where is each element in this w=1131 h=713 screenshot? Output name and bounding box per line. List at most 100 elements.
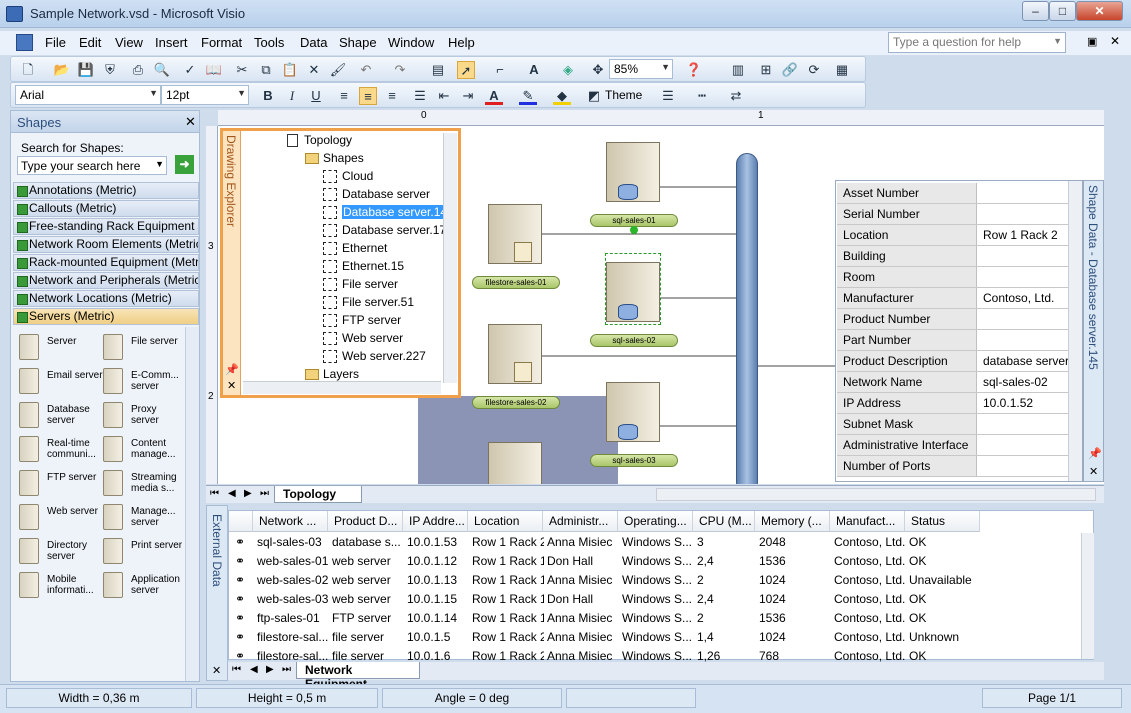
stencil-directory-server[interactable]: Directory server xyxy=(19,536,101,568)
rotation-handle[interactable] xyxy=(630,226,638,234)
format-painter-icon[interactable]: 🖌 xyxy=(329,61,347,79)
pointer-tool-icon[interactable]: ➚ xyxy=(457,61,475,79)
category-network-peripherals[interactable]: Network and Peripherals (Metric) xyxy=(13,272,199,289)
shapes-icon[interactable]: ▤ xyxy=(429,61,447,79)
last-page-icon[interactable]: ⏭ xyxy=(260,488,269,499)
bullets-icon[interactable]: ☰ xyxy=(411,87,429,105)
category-network-room[interactable]: Network Room Elements (Metric) xyxy=(13,236,199,253)
new-icon[interactable]: 🗋 xyxy=(19,61,37,79)
stencil-mobile-server[interactable]: Mobile informati... xyxy=(19,570,101,602)
increase-indent-icon[interactable]: ⇥ xyxy=(459,87,477,105)
stencil-file-server[interactable]: File server xyxy=(103,332,185,364)
shape-data-scrollbar[interactable] xyxy=(1068,181,1082,481)
stencil-proxy-server[interactable]: Proxy server xyxy=(103,400,185,432)
menu-file[interactable]: File xyxy=(45,35,66,50)
align-right-icon[interactable]: ≡ xyxy=(383,87,401,105)
field-value[interactable]: sql-sales-02 xyxy=(979,372,1052,392)
prev-page-icon[interactable]: ◀ xyxy=(228,488,236,499)
stencil-management-server[interactable]: Manage... server xyxy=(103,502,185,534)
shape-data-row[interactable]: Subnet Mask xyxy=(837,414,1081,435)
table-row[interactable]: ⚭ web-sales-02 web server 10.0.1.13 Row 1 Ra… xyxy=(229,571,1095,590)
cut-icon[interactable]: ✂ xyxy=(233,61,251,79)
stencil-realtime-server[interactable]: Real-time communi... xyxy=(19,434,101,466)
shape-data-row[interactable]: Manufacturer Contoso, Ltd. xyxy=(837,288,1081,309)
status-page[interactable]: Page 1/1 xyxy=(982,688,1122,708)
stencil-streaming-server[interactable]: Streaming media s... xyxy=(103,468,185,500)
research-icon[interactable]: 📖 xyxy=(205,61,223,79)
shape-data-row[interactable]: Administrative Interface xyxy=(837,435,1081,456)
menu-view[interactable]: View xyxy=(115,35,143,50)
category-annotations[interactable]: Annotations (Metric) xyxy=(13,182,199,199)
line-weight-icon[interactable]: ☰ xyxy=(659,87,677,105)
connector-tool-icon[interactable]: ⌐ xyxy=(491,61,509,79)
undo-icon[interactable]: ↶ xyxy=(357,61,375,79)
field-value[interactable] xyxy=(979,456,987,462)
search-go-button[interactable]: ➜ xyxy=(175,155,194,174)
tree-node-layers[interactable]: Layers xyxy=(305,367,359,381)
font-size-select[interactable]: 12pt ▼ xyxy=(161,85,249,105)
pin-icon[interactable]: 📌 xyxy=(1088,447,1102,460)
field-value[interactable]: database server xyxy=(979,351,1073,371)
pin-icon[interactable]: 📌 xyxy=(225,363,239,376)
help-search-input[interactable]: Type a question for help ▼ xyxy=(888,32,1066,53)
column-header[interactable]: Location xyxy=(468,511,543,532)
canvas-hscrollbar[interactable] xyxy=(656,488,1096,501)
align-left-icon[interactable]: ≡ xyxy=(335,87,353,105)
redo-icon[interactable]: ↷ xyxy=(391,61,409,79)
column-header[interactable]: Network ... xyxy=(253,511,328,532)
field-value[interactable] xyxy=(979,330,987,336)
field-value[interactable]: Row 1 Rack 2 xyxy=(979,225,1062,245)
menu-format[interactable]: Format xyxy=(201,35,242,50)
tree-node-ethernet-15[interactable]: Ethernet.15 xyxy=(323,259,404,274)
line-color-icon[interactable]: ✎ xyxy=(519,87,537,105)
field-value[interactable] xyxy=(979,309,987,315)
shape-data-row[interactable]: Product Description database server xyxy=(837,351,1081,372)
line-ends-icon[interactable]: ⇄ xyxy=(727,87,745,105)
menu-edit[interactable]: Edit xyxy=(79,35,101,50)
table-row[interactable]: ⚭ ftp-sales-01 FTP server 10.0.1.14 Row 1 Ra… xyxy=(229,609,1095,628)
next-page-icon[interactable]: ▶ xyxy=(244,488,252,499)
minimize-button[interactable]: – xyxy=(1022,1,1049,21)
field-value[interactable]: 10.0.1.52 xyxy=(979,393,1037,413)
stencil-database-server[interactable]: Database server xyxy=(19,400,101,432)
paste-icon[interactable]: 📋 xyxy=(281,61,299,79)
close-icon[interactable]: ✕ xyxy=(212,664,221,677)
close-icon[interactable]: ✕ xyxy=(227,379,236,392)
column-header[interactable]: Status xyxy=(905,511,980,532)
category-callouts[interactable]: Callouts (Metric) xyxy=(13,200,199,217)
shape-data-row[interactable]: Building xyxy=(837,246,1081,267)
fill-shape-icon[interactable]: ◈ xyxy=(559,61,577,79)
menu-insert[interactable]: Insert xyxy=(155,35,188,50)
menu-shape[interactable]: Shape xyxy=(339,35,377,50)
zoom-select[interactable]: 85% ▼ xyxy=(609,59,673,79)
print-preview-icon[interactable]: 🔍 xyxy=(153,61,171,79)
tree-node-database-server[interactable]: Database server xyxy=(323,187,430,202)
table-row[interactable]: ⚭ filestore-sal... file server 10.0.1.5 Row … xyxy=(229,628,1095,647)
field-value[interactable] xyxy=(979,435,987,441)
database-server-shape[interactable] xyxy=(606,374,660,444)
permission-icon[interactable]: ⛨ xyxy=(101,61,119,79)
chevron-down-icon[interactable]: ▼ xyxy=(1053,36,1062,46)
field-value[interactable] xyxy=(979,414,987,420)
category-network-locations[interactable]: Network Locations (Metric) xyxy=(13,290,199,307)
spelling-icon[interactable]: ✓ xyxy=(181,61,199,79)
stencil-content-server[interactable]: Content manage... xyxy=(103,434,185,466)
tree-node-database-server-14[interactable]: Database server.14 xyxy=(323,205,449,220)
visio-app-icon[interactable] xyxy=(6,6,23,22)
shape-data-row[interactable]: Part Number xyxy=(837,330,1081,351)
properties-icon[interactable]: ▥ xyxy=(729,61,747,79)
column-header[interactable]: Memory (... xyxy=(755,511,830,532)
refresh-icon[interactable]: ⟳ xyxy=(805,61,823,79)
bold-icon[interactable]: B xyxy=(259,87,277,105)
column-header[interactable]: Manufact... xyxy=(830,511,905,532)
shape-data-row[interactable]: Product Number xyxy=(837,309,1081,330)
link-data-icon[interactable]: ⊞ xyxy=(757,61,775,79)
shape-search-input[interactable]: Type your search here ▼ xyxy=(17,156,167,175)
menu-window[interactable]: Window xyxy=(388,35,434,50)
category-rack-equipment[interactable]: Free-standing Rack Equipment (... xyxy=(13,218,199,235)
font-select[interactable]: Arial ▼ xyxy=(15,85,161,105)
grid-scrollbar[interactable] xyxy=(1081,533,1094,659)
column-header[interactable]: Operating... xyxy=(618,511,693,532)
line-pattern-icon[interactable]: ┅ xyxy=(693,87,711,105)
ethernet-backbone[interactable] xyxy=(736,153,758,484)
